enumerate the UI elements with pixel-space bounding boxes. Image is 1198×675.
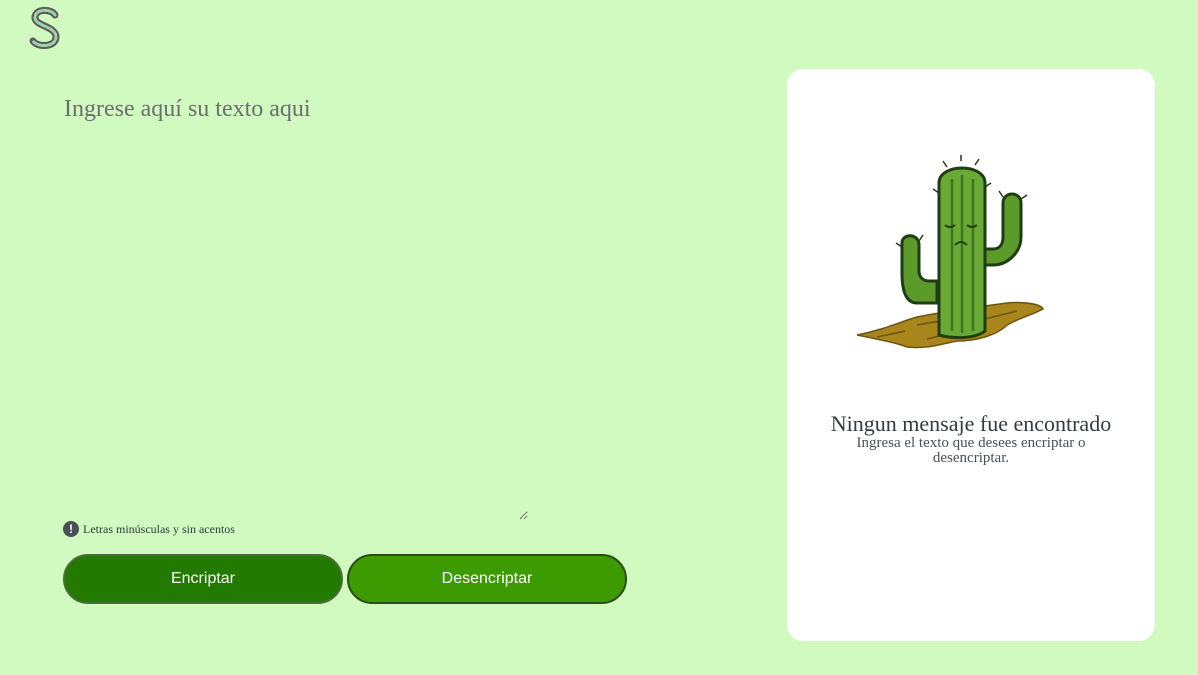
text-input[interactable] xyxy=(56,90,528,520)
hint-text: Letras minúsculas y sin acentos xyxy=(83,521,235,536)
hint: ! Letras minúsculas y sin acentos xyxy=(63,521,235,537)
sad-cactus-illustration xyxy=(856,153,1047,365)
logo xyxy=(28,6,62,50)
encrypt-button[interactable]: Encriptar xyxy=(63,554,343,604)
empty-state-subtitle: Ingresa el texto que desees encriptar o … xyxy=(856,435,1086,466)
exclamation-circle-icon: ! xyxy=(63,521,79,537)
decrypt-button[interactable]: Desencriptar xyxy=(347,554,627,604)
output-panel: Ningun mensaje fue encontrado Ingresa el… xyxy=(787,69,1155,641)
empty-state-title: Ningun mensaje fue encontrado xyxy=(830,411,1112,436)
